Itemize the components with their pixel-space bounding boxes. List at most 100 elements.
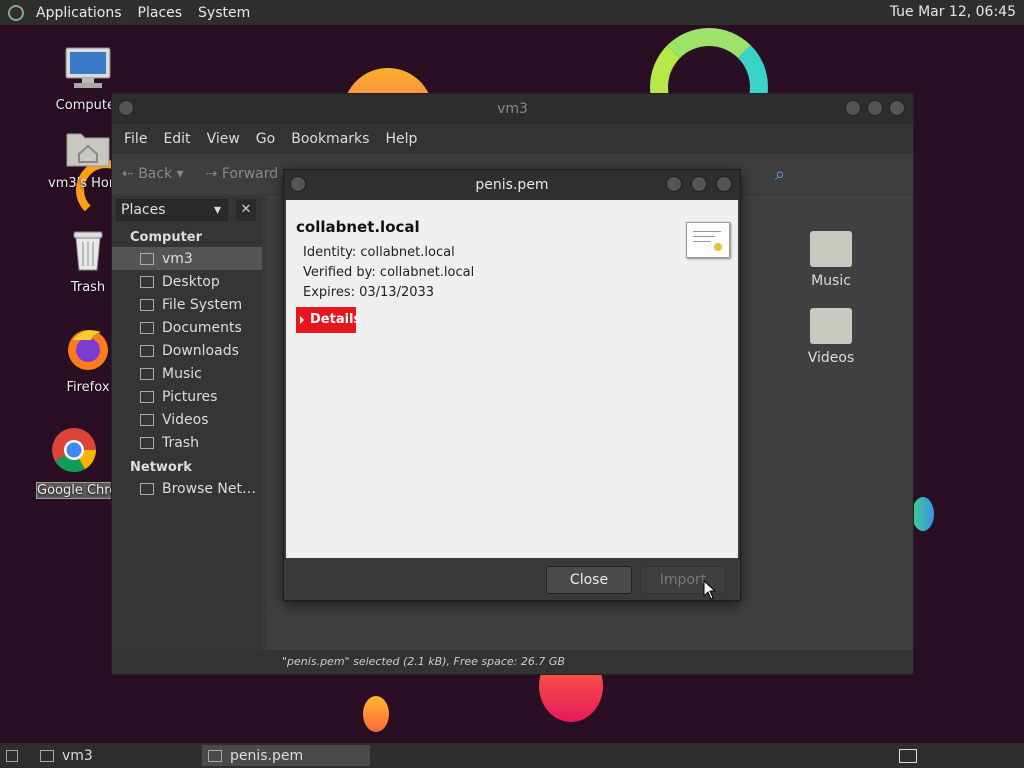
videos-folder-icon	[810, 308, 852, 344]
desktop-icon-label: Google Chrome	[36, 482, 112, 499]
close-window-icon[interactable]	[716, 176, 732, 192]
clock[interactable]: Tue Mar 12, 06:45	[890, 4, 1016, 20]
expander-arrow-icon	[300, 316, 304, 324]
details-expander[interactable]: Details	[296, 307, 361, 333]
menu-help[interactable]: Help	[377, 131, 425, 147]
home-icon	[140, 252, 154, 265]
network-icon	[140, 482, 154, 495]
drive-icon	[140, 298, 154, 311]
close-sidebar-icon[interactable]: ✕	[236, 199, 256, 221]
home-folder-icon	[66, 133, 110, 167]
system-menu[interactable]: System	[190, 5, 258, 21]
places-sidebar: Places ▾ ✕ Computer vm3 Desktop File Sys…	[112, 196, 262, 651]
top-panel: Applications Places System Tue Mar 12, 0…	[0, 0, 1024, 25]
certificate-icon	[686, 222, 730, 258]
chevron-down-icon: ▾	[213, 202, 221, 218]
sidebar-item-music[interactable]: Music	[112, 362, 262, 385]
window-menu-icon[interactable]	[118, 100, 134, 116]
window-title: vm3	[497, 101, 528, 117]
mouse-cursor-icon	[703, 580, 717, 600]
sidebar-item-label: Videos	[162, 411, 209, 428]
wallpaper-small-orange-blob	[363, 696, 389, 732]
window-menu-icon[interactable]	[290, 176, 306, 192]
maximize-icon[interactable]	[691, 176, 707, 192]
firefox-icon	[68, 330, 108, 370]
bottom-panel: vm3 penis.pem	[0, 743, 1024, 768]
dialog-title: penis.pem	[475, 177, 549, 193]
sidebar-item-label: Pictures	[162, 388, 218, 405]
back-label: Back	[138, 166, 173, 182]
sidebar-heading-computer: Computer	[130, 230, 203, 245]
certificate-identity: Identity: collabnet.local	[303, 245, 455, 260]
applications-menu[interactable]: Applications	[28, 5, 130, 21]
sidebar-item-vm3[interactable]: vm3	[112, 247, 262, 270]
folder-videos[interactable]: Videos	[791, 308, 871, 366]
sidebar-item-file-system[interactable]: File System	[112, 293, 262, 316]
menu-edit[interactable]: Edit	[155, 131, 198, 147]
folder-icon	[140, 321, 154, 334]
places-header: Places ▾ ✕	[112, 196, 262, 224]
forward-button[interactable]: ⇢ Forward	[206, 166, 279, 182]
places-menu[interactable]: Places	[130, 5, 191, 21]
sidebar-item-label: Music	[162, 365, 202, 382]
folder-icon	[140, 413, 154, 426]
details-label: Details	[310, 312, 362, 327]
computer-icon	[65, 47, 111, 88]
menu-view[interactable]: View	[199, 131, 248, 147]
folder-icon	[40, 749, 54, 762]
distro-logo-icon[interactable]	[8, 4, 24, 21]
sidebar-item-documents[interactable]: Documents	[112, 316, 262, 339]
desktop-icon	[140, 275, 154, 288]
sidebar-item-label: Desktop	[162, 273, 220, 290]
sidebar-item-label: Downloads	[162, 342, 239, 359]
taskbar-item-label: vm3	[62, 747, 93, 764]
wallpaper-teal-blob	[912, 497, 934, 531]
sidebar-item-label: vm3	[162, 250, 193, 267]
close-button[interactable]: Close	[546, 566, 632, 594]
desktop-icon-chrome[interactable]: Google Chrome	[36, 426, 112, 499]
forward-arrow-icon: ⇢	[205, 166, 218, 182]
workspace-switcher[interactable]	[896, 745, 920, 766]
sidebar-item-browse-network[interactable]: Browse Net…	[112, 477, 262, 500]
sidebar-item-trash[interactable]: Trash	[112, 431, 262, 454]
certificate-name: collabnet.local	[296, 218, 420, 236]
menu-file[interactable]: File	[116, 131, 155, 147]
trash-icon	[140, 436, 154, 449]
dialog-body: collabnet.local Identity: collabnet.loca…	[286, 200, 738, 558]
taskbar-item-label: penis.pem	[230, 747, 304, 764]
back-button[interactable]: ⇠ Back ▾	[122, 166, 184, 182]
taskbar-item-penis-pem[interactable]: penis.pem	[202, 745, 370, 766]
search-icon[interactable]: ⌕	[775, 164, 785, 185]
folder-icon	[140, 390, 154, 403]
folder-label: Music	[811, 273, 851, 289]
back-arrow-icon: ⇠	[122, 166, 134, 182]
status-bar: "penis.pem" selected (2.1 kB), Free spac…	[112, 650, 913, 674]
folder-music[interactable]: Music	[791, 231, 871, 289]
places-dropdown[interactable]: Places ▾	[116, 199, 228, 221]
menu-go[interactable]: Go	[248, 131, 283, 147]
show-desktop-icon	[6, 749, 18, 762]
sidebar-item-pictures[interactable]: Pictures	[112, 385, 262, 408]
certificate-verified-by: Verified by: collabnet.local	[303, 265, 475, 280]
trash-icon	[73, 231, 103, 271]
sidebar-item-label: Trash	[162, 434, 199, 451]
certificate-dialog: penis.pem collabnet.local Identity: coll…	[283, 169, 741, 601]
show-desktop-button[interactable]	[0, 745, 26, 766]
dialog-titlebar[interactable]: penis.pem	[284, 170, 740, 200]
maximize-icon[interactable]	[867, 100, 883, 116]
taskbar-item-vm3[interactable]: vm3	[34, 745, 194, 766]
file-manager-titlebar[interactable]: vm3	[112, 94, 913, 124]
certificate-expires: Expires: 03/13/2033	[303, 285, 435, 300]
sidebar-item-downloads[interactable]: Downloads	[112, 339, 262, 362]
minimize-icon[interactable]	[845, 100, 861, 116]
sidebar-item-desktop[interactable]: Desktop	[112, 270, 262, 293]
sidebar-item-videos[interactable]: Videos	[112, 408, 262, 431]
sidebar-item-label: Documents	[162, 319, 242, 336]
close-window-icon[interactable]	[889, 100, 905, 116]
folder-label: Videos	[807, 350, 855, 366]
window-icon	[208, 749, 222, 762]
sidebar-item-label: Browse Net…	[162, 480, 257, 497]
menu-bookmarks[interactable]: Bookmarks	[283, 131, 377, 147]
sidebar-item-label: File System	[162, 296, 243, 313]
minimize-icon[interactable]	[666, 176, 682, 192]
